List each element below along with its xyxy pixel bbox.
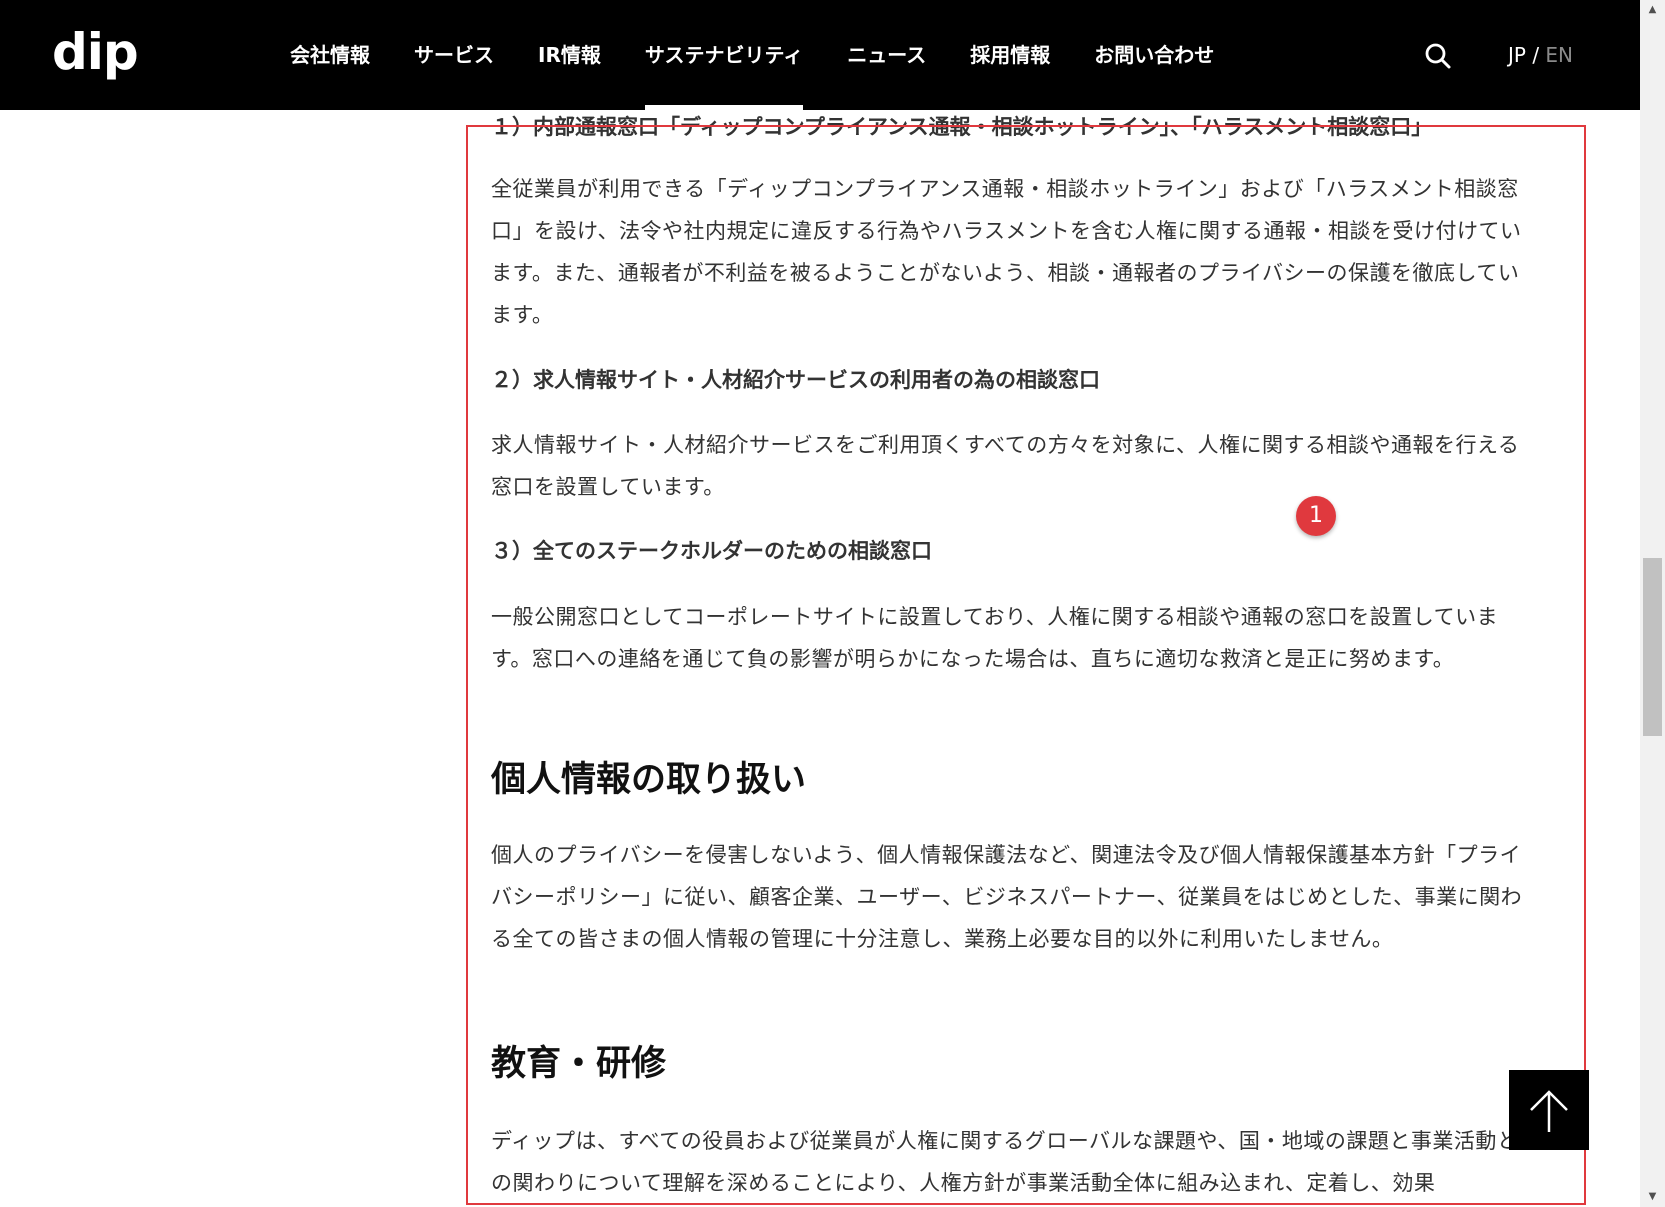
job-site-desk-body: 求人情報サイト・人材紹介サービスをご利用頂くすべての方々を対象に、人権に関する相… xyxy=(491,424,1526,508)
paragraph-training: ディップは、すべての役員および従業員が人権に関するグローバルな課題や、国・地域の… xyxy=(491,1129,1519,1195)
heading-training: 教育・研修 xyxy=(491,1044,667,1084)
section-internal-reporting: １）内部通報窓口「ディップコンプライアンス通報・相談ホットライン」、「ハラスメン… xyxy=(491,110,1526,144)
nav-ir[interactable]: IR情報 xyxy=(538,0,601,110)
nav-contact[interactable]: お問い合わせ xyxy=(1094,0,1214,110)
dip-logo[interactable]: dip xyxy=(52,22,139,82)
stakeholder-desk-body: 一般公開窓口としてコーポレートサイトに設置しており、人権に関する相談や通報の窓口… xyxy=(491,596,1526,680)
paragraph-stakeholder-desk: 一般公開窓口としてコーポレートサイトに設置しており、人権に関する相談や通報の窓口… xyxy=(491,605,1499,671)
paragraph-internal-reporting: 全従業員が利用できる「ディップコンプライアンス通報・相談ホットライン」および「ハ… xyxy=(491,177,1522,327)
paragraph-privacy: 個人のプライバシーを侵害しないよう、個人情報保護法など、関連法令及び個人情報保護… xyxy=(491,843,1523,951)
vertical-scrollbar[interactable]: ▲ ▼ xyxy=(1640,0,1665,1207)
site-header: dip 会社情報 サービス IR情報 サステナビリティ ニュース 採用情報 お問… xyxy=(0,0,1640,110)
lang-jp-link[interactable]: JP xyxy=(1508,43,1526,67)
nav-recruit[interactable]: 採用情報 xyxy=(970,0,1050,110)
lang-separator: / xyxy=(1525,43,1546,67)
nav-news[interactable]: ニュース xyxy=(847,0,926,110)
scrollbar-thumb[interactable] xyxy=(1643,558,1662,736)
annotation-badge: 1 xyxy=(1296,496,1336,536)
scroll-up-arrow-icon[interactable]: ▲ xyxy=(1640,0,1665,20)
training-body: ディップは、すべての役員および従業員が人権に関するグローバルな課題や、国・地域の… xyxy=(491,1120,1526,1204)
language-switcher: JP / EN xyxy=(1508,40,1573,70)
subheading-job-site-desk: ２）求人情報サイト・人材紹介サービスの利用者の為の相談窓口 xyxy=(491,368,1100,392)
section-stakeholder-desk: ３）全てのステークホルダーのための相談窓口 xyxy=(491,534,1526,568)
nav-company-info[interactable]: 会社情報 xyxy=(290,0,370,110)
page: dip 会社情報 サービス IR情報 サステナビリティ ニュース 採用情報 お問… xyxy=(0,0,1665,1207)
heading-privacy: 個人情報の取り扱い xyxy=(491,760,807,800)
lang-en-link[interactable]: EN xyxy=(1545,43,1573,67)
nav-services[interactable]: サービス xyxy=(414,0,494,110)
section-training: 教育・研修 xyxy=(491,1040,1526,1088)
paragraph-job-site-desk: 求人情報サイト・人材紹介サービスをご利用頂くすべての方々を対象に、人権に関する相… xyxy=(491,433,1520,499)
internal-reporting-body: 全従業員が利用できる「ディップコンプライアンス通報・相談ホットライン」および「ハ… xyxy=(491,168,1526,336)
nav-sustainability[interactable]: サステナビリティ xyxy=(644,0,804,110)
privacy-body: 個人のプライバシーを侵害しないよう、個人情報保護法など、関連法令及び個人情報保護… xyxy=(491,834,1526,960)
global-nav: 会社情報 サービス IR情報 サステナビリティ ニュース 採用情報 お問い合わせ xyxy=(268,0,1236,110)
scroll-down-arrow-icon[interactable]: ▼ xyxy=(1640,1187,1665,1207)
arrow-up-icon xyxy=(1530,1090,1568,1132)
section-job-site-desk: ２）求人情報サイト・人材紹介サービスの利用者の為の相談窓口 xyxy=(491,363,1526,397)
section-privacy: 個人情報の取り扱い xyxy=(491,756,1526,804)
back-to-top-button[interactable] xyxy=(1509,1070,1589,1150)
subheading-stakeholder-desk: ３）全てのステークホルダーのための相談窓口 xyxy=(491,539,932,563)
search-icon[interactable] xyxy=(1424,42,1452,70)
subheading-internal-reporting: １）内部通報窓口「ディップコンプライアンス通報・相談ホットライン」、「ハラスメン… xyxy=(491,115,1433,139)
